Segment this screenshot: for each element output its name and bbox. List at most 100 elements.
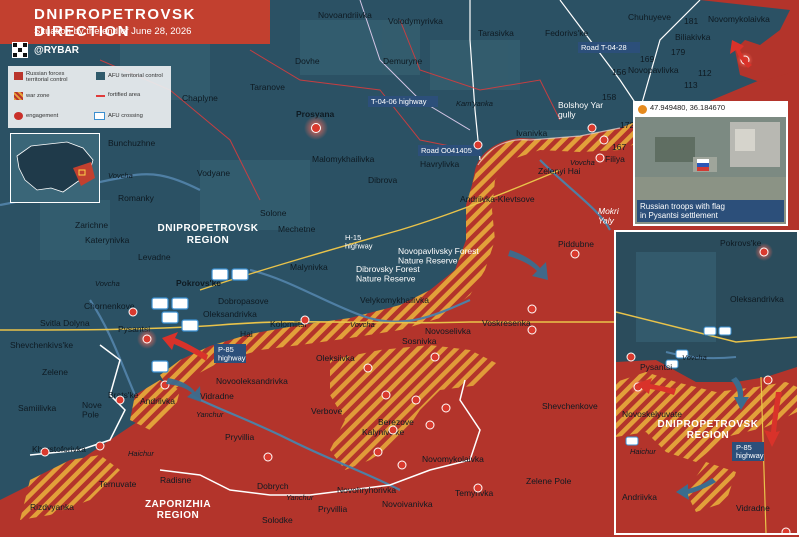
photo-caption-line-2: in Pysantsi settlement	[640, 211, 718, 220]
legend-label-afu: AFU territorial control	[108, 73, 163, 79]
town-ivanivka: Ivanivka	[516, 128, 547, 138]
town-dibrova: Dibrova	[368, 175, 398, 185]
town-novomykolaivka: Novomykolaivka	[708, 14, 770, 24]
zoom-inset-map: P-85 highway Pokrovs'ke Oleksandrivka Py…	[616, 232, 797, 533]
town-novoselivka: Novoselivka	[425, 326, 471, 336]
town-vidradne: Vidradne	[200, 391, 234, 401]
town-sosnivka: Sosnivka	[402, 336, 437, 346]
town-novoandriivka: Novoandriivka	[318, 10, 372, 20]
legend-label-warzone: war zone	[26, 93, 50, 99]
town-solodke: Solodke	[262, 515, 293, 525]
town-bunchuzhne: Bunchuzhne	[108, 138, 156, 148]
town-velykomykhailivka: Velykomykhailivka	[360, 295, 429, 305]
town-zelene: Zelene	[42, 367, 68, 377]
town-dobropasove: Dobropasove	[218, 296, 269, 306]
river-yanchur: Yanchur	[196, 410, 224, 419]
legend-swatch-afu	[96, 72, 105, 80]
town-andriivka: Andriivka	[140, 396, 175, 406]
town-berezove: Berezove	[378, 417, 414, 427]
town-novomykolaivka-s: Novomykolaivka	[422, 454, 484, 464]
town-verbove: Verbove	[311, 406, 342, 416]
title-banner: DNIPROPETROVSK DIRECTION Situation by th…	[0, 0, 270, 44]
photo-inset: 47.949480, 36.184670 Russian troops with…	[633, 101, 788, 226]
town-kalynivske: Kalynivs'ke	[362, 427, 405, 437]
town-dovhe: Dovhe	[295, 56, 320, 66]
legend-swatch-fortified	[96, 95, 105, 97]
road-number: 112	[698, 68, 712, 78]
town-novopavlivka: Novopavlivka	[628, 65, 679, 75]
road-number: 167	[612, 142, 626, 152]
zoom-inset: P-85 highway Pokrovs'ke Oleksandrivka Py…	[614, 230, 799, 535]
town-voskresenka: Voskresenka	[482, 318, 531, 328]
ukraine-outline-icon	[16, 141, 95, 193]
town-andriivka-klevtsove: Andriivka-Klevtsove	[460, 194, 535, 204]
road-number: 181	[684, 16, 698, 26]
zoom-town-andriivka: Andriivka	[622, 492, 657, 502]
river-vovcha-c: Vovcha	[350, 320, 375, 329]
legend-swatch-crossing	[94, 112, 105, 120]
town-malynivka: Malynivka	[290, 262, 328, 272]
town-hai: Hai	[240, 329, 253, 339]
zoom-town-pokrovske: Pokrovs'ke	[720, 238, 762, 248]
zoom-region-label-2: REGION	[687, 430, 729, 441]
river-vovcha-n: Vovcha	[570, 158, 595, 167]
zoom-river-vovcha: Vovcha	[682, 353, 707, 362]
town-novoivanivka: Novoivanivka	[382, 499, 433, 509]
photo-caption: Russian troops with flag in Pysantsi set…	[637, 200, 784, 222]
zoom-region-label: DNIPROPETROVSK	[658, 419, 759, 430]
town-samiilivka: Samiilivka	[18, 403, 57, 413]
town-oleksiivka: Oleksiivka	[316, 353, 355, 363]
town-mechetne: Mechetne	[278, 224, 316, 234]
town-taranove: Taranove	[250, 82, 285, 92]
region-label-dnipro: DNIPROPETROVSK	[158, 223, 259, 234]
river-yanchur-s: Yanchur	[286, 493, 314, 502]
town-kamyanka: Kam'yanka	[456, 99, 493, 108]
town-dobrych: Dobrych	[257, 481, 289, 491]
photo-coordinates: 47.949480, 36.184670	[635, 103, 786, 117]
road-number: 158	[602, 92, 616, 102]
legend-swatch-russian	[14, 72, 23, 80]
photo-caption-line-1: Russian troops with flag	[640, 202, 725, 211]
zoom-town-pysantsi: Pysantsi	[640, 362, 672, 372]
town-malomykhailivka: Malomykhailivka	[312, 154, 375, 164]
town-shevchenkivske: Shevchenkivs'ke	[10, 340, 73, 350]
legend-label-fortified: fortified area	[108, 92, 141, 98]
river-vovcha-w: Vovcha	[108, 171, 133, 180]
town-chuhuyeve: Chuhuyeve	[628, 12, 671, 22]
locator-map	[10, 133, 100, 203]
town-khrystoforivka: Khrystoforivka	[32, 444, 86, 454]
region-label-zaporizhia: ZAPORIZHIA	[145, 499, 211, 510]
town-chornenkove: Chornenkove	[84, 301, 135, 311]
zoom-town-novoskelyuvate: Novoskelyuvate	[622, 409, 682, 419]
town-tarasivka: Tarasivka	[478, 28, 514, 38]
zoom-town-oleksandrivka: Oleksandrivka	[730, 294, 784, 304]
town-chaplyne: Chaplyne	[182, 93, 218, 103]
photo-coordinates-text: 47.949480, 36.184670	[650, 103, 726, 112]
town-katerynivka: Katerynivka	[85, 235, 130, 245]
legend-label-crossing: AFU crossing	[108, 113, 143, 119]
town-rizdvyanka: Rizdvyanka	[30, 502, 74, 512]
legend: Russian forces territorial control AFU t…	[8, 66, 171, 128]
road-o041405-label: Road O041405	[421, 146, 472, 155]
region-label-zaporizhia-2: REGION	[157, 510, 199, 521]
river-vovcha-l: Vovcha	[95, 279, 120, 288]
river-haichur: Haichur	[128, 449, 154, 458]
road-t0428-label: Road T-04-28	[581, 43, 627, 52]
brand-label: @RYBAR	[34, 45, 79, 56]
town-pryvillia2: Pryvillia	[318, 504, 348, 514]
town-demuryne: Demuryne	[383, 56, 422, 66]
legend-swatch-warzone	[14, 92, 23, 100]
town-ternuvate: Ternuvate	[99, 479, 137, 489]
town-romanky: Romanky	[118, 193, 155, 203]
town-oleksandrivka: Oleksandrivka	[203, 309, 257, 319]
town-zelenyi-hai: Zelenyi Hai	[538, 166, 581, 176]
road-number: 179	[671, 47, 685, 57]
legend-swatch-engagement	[14, 112, 23, 120]
town-biliakivka: Biliakivka	[675, 32, 711, 42]
legend-label-russian: Russian forces territorial control	[26, 71, 68, 83]
town-novohryhorivka: Novohryhorivka	[337, 485, 396, 495]
town-zarichne: Zarichne	[75, 220, 108, 230]
town-filiya: Filiya	[605, 154, 625, 164]
town-shevchenkove: Shevchenkove	[542, 401, 598, 411]
town-piddubne: Piddubne	[558, 239, 594, 249]
